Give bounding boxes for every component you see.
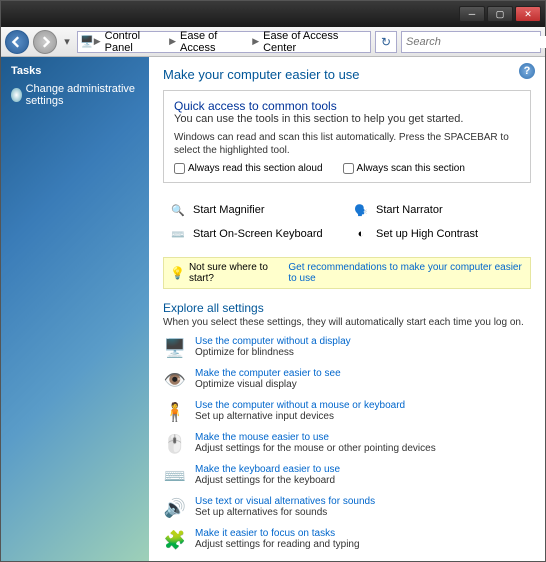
keyboard-icon: ⌨️ (163, 464, 187, 488)
setting-no-display[interactable]: 🖥️ Use the computer without a displayOpti… (163, 336, 531, 360)
mouse-icon: 🖱️ (163, 432, 187, 456)
hint-text: Not sure where to start? (189, 262, 284, 284)
recommendations-link[interactable]: Get recommendations to make your compute… (288, 262, 524, 284)
setting-desc: Set up alternative input devices (195, 411, 531, 422)
setting-desc: Set up alternatives for sounds (195, 507, 531, 518)
lightbulb-icon: 💡 (170, 266, 185, 280)
narrator-icon: 🗣️ (352, 201, 370, 219)
checkbox-icon[interactable] (174, 163, 185, 174)
breadcrumb-item[interactable]: Ease of Access (176, 30, 252, 54)
history-dropdown[interactable]: ▾ (61, 32, 73, 52)
breadcrumb-item[interactable]: Ease of Access Center (259, 30, 368, 54)
setting-link[interactable]: Use text or visual alternatives for soun… (195, 496, 531, 507)
magnifier-icon: 🔍 (169, 201, 187, 219)
navbar: ▾ 🖥️ ▶ Control Panel ▶ Ease of Access ▶ … (1, 27, 545, 57)
refresh-button[interactable]: ↻ (375, 31, 397, 53)
explore-subtext: When you select these settings, they wil… (163, 317, 531, 328)
checkbox-icon[interactable] (343, 163, 354, 174)
sidebar: Tasks Change administrative settings (1, 57, 149, 561)
breadcrumb-item[interactable]: Control Panel (101, 30, 169, 54)
setting-desc: Adjust settings for the mouse or other p… (195, 443, 531, 454)
shield-icon (11, 88, 22, 102)
window: ─ ▢ ✕ ▾ 🖥️ ▶ Control Panel ▶ Ease of Acc… (0, 0, 546, 562)
help-button[interactable]: ? (519, 63, 535, 79)
start-magnifier-link[interactable]: 🔍Start Magnifier (169, 201, 342, 219)
setting-link[interactable]: Use the computer without a display (195, 336, 531, 347)
box-note: Windows can read and scan this list auto… (174, 131, 520, 157)
chevron-icon: ▶ (252, 36, 259, 47)
person-icon: 🧍 (163, 400, 187, 424)
start-osk-link[interactable]: ⌨️Start On-Screen Keyboard (169, 225, 342, 243)
search-box[interactable] (401, 31, 541, 53)
setting-link[interactable]: Make the mouse easier to use (195, 432, 531, 443)
high-contrast-link[interactable]: ◐Set up High Contrast (352, 225, 525, 243)
settings-list: 🖥️Use the computer without a displayOpti… (163, 336, 531, 552)
box-subtext: You can use the tools in this section to… (174, 113, 520, 125)
main-content: ? Make your computer easier to use Quick… (149, 57, 545, 561)
speaker-icon: 🔊 (163, 496, 187, 520)
tools-grid: 🔍Start Magnifier 🗣️Start Narrator ⌨️Star… (163, 187, 531, 257)
page-title: Make your computer easier to use (163, 67, 531, 82)
chevron-icon: ▶ (94, 36, 101, 47)
explore-heading: Explore all settings (163, 301, 531, 315)
setting-sound-alternatives[interactable]: 🔊 Use text or visual alternatives for sou… (163, 496, 531, 520)
setting-link[interactable]: Make it easier to focus on tasks (195, 528, 531, 539)
always-read-checkbox[interactable]: Always read this section aloud (174, 163, 323, 174)
setting-focus-tasks[interactable]: 🧩 Make it easier to focus on tasksAdjust … (163, 528, 531, 552)
maximize-button[interactable]: ▢ (487, 6, 513, 22)
setting-desc: Optimize visual display (195, 379, 531, 390)
keyboard-icon: ⌨️ (169, 225, 187, 243)
box-heading: Quick access to common tools (174, 99, 520, 113)
setting-no-mouse-keyboard[interactable]: 🧍 Use the computer without a mouse or key… (163, 400, 531, 424)
setting-link[interactable]: Use the computer without a mouse or keyb… (195, 400, 531, 411)
setting-easier-see[interactable]: 👁️ Make the computer easier to seeOptimiz… (163, 368, 531, 392)
setting-desc: Adjust settings for reading and typing (195, 539, 531, 550)
breadcrumb[interactable]: 🖥️ ▶ Control Panel ▶ Ease of Access ▶ Ea… (77, 31, 371, 53)
hint-bar: 💡 Not sure where to start? Get recommend… (163, 257, 531, 289)
quick-access-box: Quick access to common tools You can use… (163, 90, 531, 183)
start-narrator-link[interactable]: 🗣️Start Narrator (352, 201, 525, 219)
eye-icon: 👁️ (163, 368, 187, 392)
minimize-button[interactable]: ─ (459, 6, 485, 22)
monitor-icon: 🖥️ (163, 336, 187, 360)
folder-icon: 🖥️ (80, 35, 94, 48)
focus-icon: 🧩 (163, 528, 187, 552)
forward-button[interactable] (33, 30, 57, 54)
body: Tasks Change administrative settings ? M… (1, 57, 545, 561)
setting-link[interactable]: Make the keyboard easier to use (195, 464, 531, 475)
setting-link[interactable]: Make the computer easier to see (195, 368, 531, 379)
setting-desc: Adjust settings for the keyboard (195, 475, 531, 486)
back-button[interactable] (5, 30, 29, 54)
always-scan-checkbox[interactable]: Always scan this section (343, 163, 465, 174)
setting-keyboard[interactable]: ⌨️ Make the keyboard easier to useAdjust … (163, 464, 531, 488)
checkbox-row: Always read this section aloud Always sc… (174, 163, 520, 174)
setting-desc: Optimize for blindness (195, 347, 531, 358)
search-input[interactable] (402, 36, 546, 48)
close-button[interactable]: ✕ (515, 6, 541, 22)
titlebar: ─ ▢ ✕ (1, 1, 545, 27)
tasks-heading: Tasks (11, 65, 139, 77)
contrast-icon: ◐ (352, 225, 370, 243)
chevron-icon: ▶ (169, 36, 176, 47)
change-admin-settings-link[interactable]: Change administrative settings (11, 83, 139, 107)
link-label: Change administrative settings (26, 83, 139, 107)
setting-mouse[interactable]: 🖱️ Make the mouse easier to useAdjust set… (163, 432, 531, 456)
